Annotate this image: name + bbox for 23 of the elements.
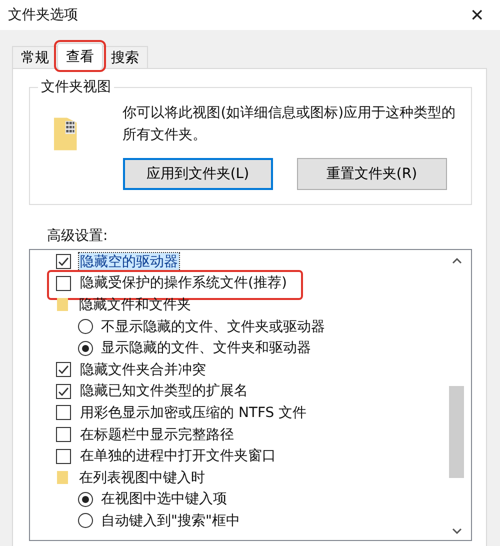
group-title: 文件夹视图 xyxy=(38,78,114,96)
setting-label[interactable]: 在视图中选中键入项 xyxy=(100,490,228,508)
tab[interactable]: 常规 xyxy=(12,46,58,68)
setting-label[interactable]: 隐藏空的驱动器 xyxy=(79,252,179,271)
folder-button[interactable]: 应用到文件夹(L) xyxy=(122,158,273,190)
setting-label[interactable]: 在列表视图中键入时 xyxy=(78,468,206,487)
setting-label[interactable]: 不显示隐藏的文件、文件夹或驱动器 xyxy=(100,318,326,336)
setting-label[interactable]: 在标题栏中显示完整路径 xyxy=(79,426,235,444)
advanced-settings-label: 高级设置: xyxy=(47,227,109,245)
folder-button[interactable]: 重置文件夹(R) xyxy=(296,158,447,190)
setting-label[interactable]: 隐藏文件和文件夹 xyxy=(78,296,192,314)
setting-label[interactable]: 隐藏文件夹合并冲突 xyxy=(79,360,207,379)
window-title: 文件夹选项 xyxy=(8,6,78,24)
setting-label[interactable]: 用彩色显示加密或压缩的 NTFS 文件 xyxy=(79,404,308,422)
setting-label[interactable]: 显示隐藏的文件、文件夹和驱动器 xyxy=(100,339,312,358)
description-text: 你可以将此视图(如详细信息或图标)应用于这种类型的所有文件夹。 xyxy=(122,104,457,145)
tab[interactable]: 搜索 xyxy=(102,46,148,68)
tab[interactable]: 查看 xyxy=(57,43,103,69)
setting-label[interactable]: 隐藏受保护的操作系统文件(推荐) xyxy=(79,274,288,292)
close-button[interactable]: ✕ xyxy=(454,0,500,30)
setting-label[interactable]: 自动键入到"搜索"框中 xyxy=(100,512,241,530)
setting-label[interactable]: 隐藏已知文件类型的扩展名 xyxy=(79,382,249,400)
setting-label[interactable]: 在单独的进程中打开文件夹窗口 xyxy=(79,447,277,466)
